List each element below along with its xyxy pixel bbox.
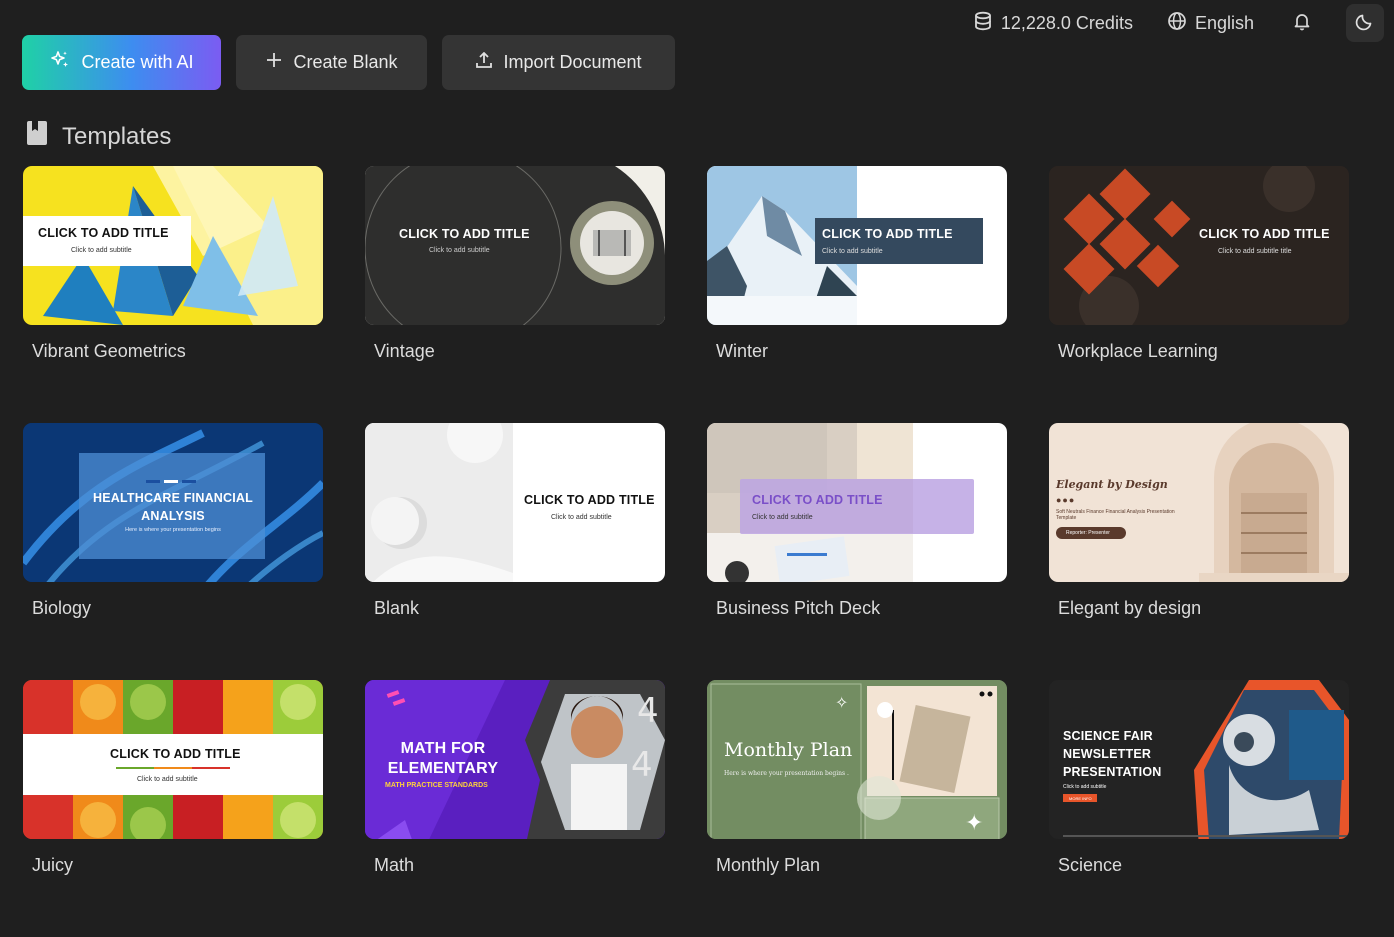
globe-icon xyxy=(1167,11,1187,36)
thumb-subtitle: Click to add subtitle xyxy=(137,776,198,783)
template-card-science[interactable]: SCIENCE FAIR NEWSLETTER PRESENTATION Cli… xyxy=(1049,680,1349,937)
template-name[interactable]: Juicy xyxy=(23,855,323,876)
thumb-title: CLICK TO ADD TITLE xyxy=(399,227,530,241)
upload-icon xyxy=(475,51,493,74)
presenter-tag: Reporter: Presenter xyxy=(1056,527,1126,539)
dots-icon: ●●● xyxy=(1056,495,1076,505)
thumb-subtitle: Click to add subtitle xyxy=(71,247,132,254)
thumb-title: CLICK TO ADD TITLE xyxy=(822,227,953,241)
thumb-subtitle: Here is where your presentation begins . xyxy=(724,770,849,777)
template-thumbnail[interactable]: ✧ ✦ Monthly Plan Here is where your pres… xyxy=(707,680,1007,839)
top-bar: 12,228.0 Credits English xyxy=(973,0,1394,46)
template-name[interactable]: Blank xyxy=(365,598,665,619)
thumb-subtitle: Soft Neutrals Finance Financial Analysis… xyxy=(1056,509,1175,521)
thumb-subtitle: Click to add subtitle xyxy=(551,514,612,521)
moon-icon xyxy=(1355,11,1375,36)
templates-title: Templates xyxy=(62,122,172,150)
thumb-subtitle: Click to add subtitle xyxy=(752,514,813,521)
create-blank-label: Create Blank xyxy=(293,52,398,72)
svg-text:4: 4 xyxy=(631,745,653,785)
template-thumbnail[interactable]: CLICK TO ADD TITLE Click to add subtitle xyxy=(365,166,665,325)
template-name[interactable]: Monthly Plan xyxy=(707,855,1007,876)
language-selector[interactable]: English xyxy=(1167,11,1254,36)
thumb-subtitle: Click to add subtitle title xyxy=(1218,248,1292,255)
language-label: English xyxy=(1194,12,1254,33)
scrollbar[interactable] xyxy=(1388,130,1394,890)
template-card-elegant-by-design[interactable]: Elegant by Design ●●● Soft Neutrals Fina… xyxy=(1049,423,1349,680)
template-card-monthly-plan[interactable]: ✧ ✦ Monthly Plan Here is where your pres… xyxy=(707,680,1007,937)
thumb-title: MATH FOR ELEMENTARY xyxy=(387,740,499,777)
template-thumbnail[interactable]: 4 4 MATH FOR ELEMENTARY MATH PRACTICE ST… xyxy=(365,680,665,839)
template-thumbnail[interactable]: CLICK TO ADD TITLE Click to add subtitle xyxy=(707,166,1007,325)
template-thumbnail[interactable]: CLICK TO ADD TITLE Click to add subtitle xyxy=(23,166,323,325)
template-name[interactable]: Winter xyxy=(707,341,1007,362)
credits-label: 12,228.0 Credits xyxy=(1000,12,1133,33)
template-card-vintage[interactable]: CLICK TO ADD TITLE Click to add subtitle… xyxy=(365,166,665,423)
book-icon xyxy=(26,120,48,153)
template-thumbnail[interactable]: HEALTHCARE FINANCIAL ANALYSIS Here is wh… xyxy=(23,423,323,582)
credits-display[interactable]: 12,228.0 Credits xyxy=(973,11,1133,36)
thumb-subtitle: Click to add subtitle xyxy=(429,247,490,254)
thumb-title: CLICK TO ADD TITLE xyxy=(110,747,241,761)
template-thumbnail[interactable]: CLICK TO ADD TITLE Click to add subtitle xyxy=(23,680,323,839)
thumb-title: CLICK TO ADD TITLE xyxy=(524,493,655,507)
create-with-ai-label: Create with AI xyxy=(81,52,194,72)
template-name[interactable]: Vintage xyxy=(365,341,665,362)
database-icon xyxy=(973,11,993,36)
plus-icon xyxy=(265,51,283,74)
svg-text:✧: ✧ xyxy=(835,693,848,712)
thumb-title: CLICK TO ADD TITLE xyxy=(38,226,169,240)
more-info-tag: MORE INFO xyxy=(1063,794,1097,802)
template-name[interactable]: Science xyxy=(1049,855,1349,876)
import-document-label: Import Document xyxy=(503,52,642,72)
thumb-title: CLICK TO ADD TITLE xyxy=(1199,227,1330,241)
template-thumbnail[interactable]: CLICK TO ADD TITLE Click to add subtitle xyxy=(365,423,665,582)
thumb-subtitle: Click to add subtitle xyxy=(822,248,883,255)
thumb-title: SCIENCE FAIR NEWSLETTER PRESENTATION xyxy=(1063,729,1162,779)
thumb-subtitle: MATH PRACTICE STANDARDS xyxy=(385,782,488,789)
template-thumbnail[interactable]: CLICK TO ADD TITLE Click to add subtitle xyxy=(707,423,1007,582)
template-card-winter[interactable]: CLICK TO ADD TITLE Click to add subtitle… xyxy=(707,166,1007,423)
templates-grid: CLICK TO ADD TITLE Click to add subtitle… xyxy=(23,166,1349,937)
template-card-biology[interactable]: HEALTHCARE FINANCIAL ANALYSIS Here is wh… xyxy=(23,423,323,680)
template-name[interactable]: Math xyxy=(365,855,665,876)
template-thumbnail[interactable]: SCIENCE FAIR NEWSLETTER PRESENTATION Cli… xyxy=(1049,680,1349,839)
thumb-title: HEALTHCARE FINANCIAL ANALYSIS xyxy=(92,491,253,523)
template-card-math[interactable]: 4 4 MATH FOR ELEMENTARY MATH PRACTICE ST… xyxy=(365,680,665,937)
template-name[interactable]: Workplace Learning xyxy=(1049,341,1349,362)
thumb-subtitle: Click to add subtitle xyxy=(1063,784,1107,790)
template-name[interactable]: Elegant by design xyxy=(1049,598,1349,619)
sparkles-icon xyxy=(49,49,71,76)
create-with-ai-button[interactable]: Create with AI xyxy=(22,35,221,90)
import-document-button[interactable]: Import Document xyxy=(442,35,675,90)
template-thumbnail[interactable]: CLICK TO ADD TITLE Click to add subtitle… xyxy=(1049,166,1349,325)
thumb-subtitle: Here is where your presentation begins xyxy=(125,527,221,533)
action-bar: Create with AI Create Blank Import Docum… xyxy=(22,35,675,90)
create-blank-button[interactable]: Create Blank xyxy=(236,35,427,90)
templates-heading: Templates xyxy=(26,120,171,153)
template-card-workplace-learning[interactable]: CLICK TO ADD TITLE Click to add subtitle… xyxy=(1049,166,1349,423)
template-name[interactable]: Biology xyxy=(23,598,323,619)
notifications-button[interactable] xyxy=(1292,11,1312,36)
template-card-vibrant-geometrics[interactable]: CLICK TO ADD TITLE Click to add subtitle… xyxy=(23,166,323,423)
svg-text:4: 4 xyxy=(637,691,659,731)
template-card-business-pitch-deck[interactable]: CLICK TO ADD TITLE Click to add subtitle… xyxy=(707,423,1007,680)
template-name[interactable]: Vibrant Geometrics xyxy=(23,341,323,362)
thumb-title: Monthly Plan xyxy=(724,739,853,761)
template-card-juicy[interactable]: CLICK TO ADD TITLE Click to add subtitle… xyxy=(23,680,323,937)
template-card-blank[interactable]: CLICK TO ADD TITLE Click to add subtitle… xyxy=(365,423,665,680)
thumb-title: Elegant by Design xyxy=(1056,478,1168,491)
theme-toggle-button[interactable] xyxy=(1346,4,1384,42)
bell-icon xyxy=(1292,11,1312,36)
thumb-title: CLICK TO ADD TITLE xyxy=(752,493,883,507)
svg-text:✦: ✦ xyxy=(965,811,983,836)
template-name[interactable]: Business Pitch Deck xyxy=(707,598,1007,619)
template-thumbnail[interactable]: Elegant by Design ●●● Soft Neutrals Fina… xyxy=(1049,423,1349,582)
